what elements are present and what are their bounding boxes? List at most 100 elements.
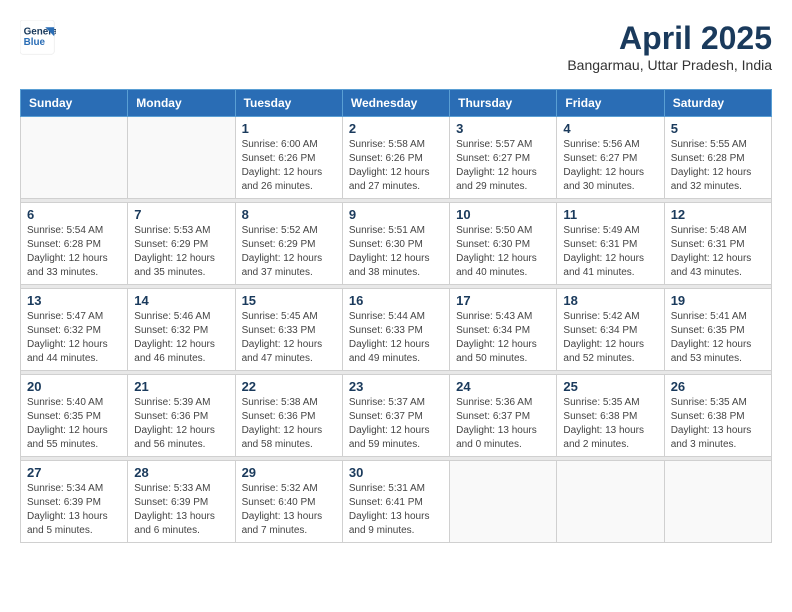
day-number: 4 xyxy=(563,121,657,136)
calendar-cell: 18Sunrise: 5:42 AMSunset: 6:34 PMDayligh… xyxy=(557,289,664,371)
day-number: 10 xyxy=(456,207,550,222)
calendar-cell: 22 Sunrise: 5:38 AMSunset: 6:36 PMDayligh… xyxy=(235,375,342,457)
weekday-header-friday: Friday xyxy=(557,90,664,117)
calendar-cell: 8Sunrise: 5:52 AMSunset: 6:29 PMDaylight… xyxy=(235,203,342,285)
calendar-cell: 16 Sunrise: 5:44 AMSunset: 6:33 PMDayligh… xyxy=(342,289,449,371)
calendar-cell: 7 Sunrise: 5:53 AMSunset: 6:29 PMDaylight… xyxy=(128,203,235,285)
day-info: Sunrise: 5:40 AMSunset: 6:35 PMDaylight:… xyxy=(27,396,121,452)
calendar-week-2: 6 Sunrise: 5:54 AMSunset: 6:28 PMDaylight… xyxy=(21,203,772,285)
month-year-title: April 2025 xyxy=(567,20,772,57)
calendar-cell: 12 Sunrise: 5:48 AMSunset: 6:31 PMDayligh… xyxy=(664,203,771,285)
calendar-week-3: 13 Sunrise: 5:47 AMSunset: 6:32 PMDayligh… xyxy=(21,289,772,371)
day-info: Sunrise: 5:49 AMSunset: 6:31 PMDaylight:… xyxy=(563,224,657,280)
calendar-cell: 15 Sunrise: 5:45 AMSunset: 6:33 PMDayligh… xyxy=(235,289,342,371)
day-number: 27 xyxy=(27,465,121,480)
day-number: 21 xyxy=(134,379,228,394)
weekday-header-tuesday: Tuesday xyxy=(235,90,342,117)
calendar-cell xyxy=(128,117,235,199)
day-number: 3 xyxy=(456,121,550,136)
day-info: Sunrise: 5:35 AMSunset: 6:38 PMDaylight:… xyxy=(563,396,657,452)
calendar-cell: 6 Sunrise: 5:54 AMSunset: 6:28 PMDaylight… xyxy=(21,203,128,285)
day-info: Sunrise: 5:31 AMSunset: 6:41 PMDaylight:… xyxy=(349,482,443,538)
day-number: 28 xyxy=(134,465,228,480)
weekday-header-thursday: Thursday xyxy=(450,90,557,117)
day-info: Sunrise: 5:36 AMSunset: 6:37 PMDaylight:… xyxy=(456,396,550,452)
calendar-cell: 9Sunrise: 5:51 AMSunset: 6:30 PMDaylight… xyxy=(342,203,449,285)
calendar-cell: 5 Sunrise: 5:55 AMSunset: 6:28 PMDaylight… xyxy=(664,117,771,199)
calendar-cell: 17 Sunrise: 5:43 AMSunset: 6:34 PMDayligh… xyxy=(450,289,557,371)
calendar-cell: 28 Sunrise: 5:33 AMSunset: 6:39 PMDayligh… xyxy=(128,461,235,543)
day-number: 9 xyxy=(349,207,443,222)
day-info: Sunrise: 5:44 AMSunset: 6:33 PMDaylight:… xyxy=(349,310,443,366)
day-info: Sunrise: 5:38 AMSunset: 6:36 PMDaylight:… xyxy=(242,396,336,452)
day-number: 24 xyxy=(456,379,550,394)
day-info: Sunrise: 5:50 AMSunset: 6:30 PMDaylight:… xyxy=(456,224,550,280)
day-number: 22 xyxy=(242,379,336,394)
calendar-cell: 26 Sunrise: 5:35 AMSunset: 6:38 PMDayligh… xyxy=(664,375,771,457)
day-info: Sunrise: 5:34 AMSunset: 6:39 PMDaylight:… xyxy=(27,482,121,538)
day-info: Sunrise: 5:55 AMSunset: 6:28 PMDaylight:… xyxy=(671,138,765,194)
calendar-week-5: 27 Sunrise: 5:34 AMSunset: 6:39 PMDayligh… xyxy=(21,461,772,543)
calendar-table: SundayMondayTuesdayWednesdayThursdayFrid… xyxy=(20,89,772,543)
day-info: Sunrise: 5:58 AMSunset: 6:26 PMDaylight:… xyxy=(349,138,443,194)
day-number: 18 xyxy=(563,293,657,308)
day-number: 1 xyxy=(242,121,336,136)
day-info: Sunrise: 5:47 AMSunset: 6:32 PMDaylight:… xyxy=(27,310,121,366)
calendar-cell: 2Sunrise: 5:58 AMSunset: 6:26 PMDaylight… xyxy=(342,117,449,199)
day-number: 15 xyxy=(242,293,336,308)
day-number: 6 xyxy=(27,207,121,222)
day-info: Sunrise: 5:53 AMSunset: 6:29 PMDaylight:… xyxy=(134,224,228,280)
day-number: 23 xyxy=(349,379,443,394)
page-header: General Blue April 2025 Bangarmau, Uttar… xyxy=(20,20,772,73)
weekday-header-sunday: Sunday xyxy=(21,90,128,117)
calendar-cell: 4Sunrise: 5:56 AMSunset: 6:27 PMDaylight… xyxy=(557,117,664,199)
logo: General Blue xyxy=(20,20,56,56)
day-number: 12 xyxy=(671,207,765,222)
day-info: Sunrise: 5:52 AMSunset: 6:29 PMDaylight:… xyxy=(242,224,336,280)
calendar-cell: 29 Sunrise: 5:32 AMSunset: 6:40 PMDayligh… xyxy=(235,461,342,543)
calendar-cell: 27 Sunrise: 5:34 AMSunset: 6:39 PMDayligh… xyxy=(21,461,128,543)
calendar-cell xyxy=(21,117,128,199)
calendar-cell: 25 Sunrise: 5:35 AMSunset: 6:38 PMDayligh… xyxy=(557,375,664,457)
calendar-cell: 20Sunrise: 5:40 AMSunset: 6:35 PMDayligh… xyxy=(21,375,128,457)
title-section: April 2025 Bangarmau, Uttar Pradesh, Ind… xyxy=(567,20,772,73)
weekday-header-wednesday: Wednesday xyxy=(342,90,449,117)
day-info: Sunrise: 5:46 AMSunset: 6:32 PMDaylight:… xyxy=(134,310,228,366)
day-info: Sunrise: 5:41 AMSunset: 6:35 PMDaylight:… xyxy=(671,310,765,366)
calendar-cell: 11 Sunrise: 5:49 AMSunset: 6:31 PMDayligh… xyxy=(557,203,664,285)
day-number: 7 xyxy=(134,207,228,222)
calendar-cell: 30 Sunrise: 5:31 AMSunset: 6:41 PMDayligh… xyxy=(342,461,449,543)
day-number: 5 xyxy=(671,121,765,136)
day-info: Sunrise: 5:43 AMSunset: 6:34 PMDaylight:… xyxy=(456,310,550,366)
day-number: 30 xyxy=(349,465,443,480)
day-number: 19 xyxy=(671,293,765,308)
calendar-week-4: 20Sunrise: 5:40 AMSunset: 6:35 PMDayligh… xyxy=(21,375,772,457)
day-info: Sunrise: 5:35 AMSunset: 6:38 PMDaylight:… xyxy=(671,396,765,452)
location-subtitle: Bangarmau, Uttar Pradesh, India xyxy=(567,57,772,73)
calendar-cell: 1 Sunrise: 6:00 AMSunset: 6:26 PMDaylight… xyxy=(235,117,342,199)
day-number: 17 xyxy=(456,293,550,308)
day-info: Sunrise: 5:54 AMSunset: 6:28 PMDaylight:… xyxy=(27,224,121,280)
day-number: 26 xyxy=(671,379,765,394)
day-number: 13 xyxy=(27,293,121,308)
day-info: Sunrise: 5:37 AMSunset: 6:37 PMDaylight:… xyxy=(349,396,443,452)
day-number: 25 xyxy=(563,379,657,394)
calendar-cell: 13 Sunrise: 5:47 AMSunset: 6:32 PMDayligh… xyxy=(21,289,128,371)
day-info: Sunrise: 5:39 AMSunset: 6:36 PMDaylight:… xyxy=(134,396,228,452)
day-info: Sunrise: 5:32 AMSunset: 6:40 PMDaylight:… xyxy=(242,482,336,538)
day-number: 14 xyxy=(134,293,228,308)
weekday-header-saturday: Saturday xyxy=(664,90,771,117)
day-number: 11 xyxy=(563,207,657,222)
calendar-week-1: 1 Sunrise: 6:00 AMSunset: 6:26 PMDaylight… xyxy=(21,117,772,199)
calendar-cell: 14 Sunrise: 5:46 AMSunset: 6:32 PMDayligh… xyxy=(128,289,235,371)
weekday-header-monday: Monday xyxy=(128,90,235,117)
day-info: Sunrise: 6:00 AMSunset: 6:26 PMDaylight:… xyxy=(242,138,336,194)
calendar-cell: 23 Sunrise: 5:37 AMSunset: 6:37 PMDayligh… xyxy=(342,375,449,457)
day-info: Sunrise: 5:45 AMSunset: 6:33 PMDaylight:… xyxy=(242,310,336,366)
day-info: Sunrise: 5:48 AMSunset: 6:31 PMDaylight:… xyxy=(671,224,765,280)
svg-text:Blue: Blue xyxy=(24,37,46,48)
day-info: Sunrise: 5:33 AMSunset: 6:39 PMDaylight:… xyxy=(134,482,228,538)
day-number: 29 xyxy=(242,465,336,480)
logo-icon: General Blue xyxy=(20,20,56,56)
day-number: 16 xyxy=(349,293,443,308)
